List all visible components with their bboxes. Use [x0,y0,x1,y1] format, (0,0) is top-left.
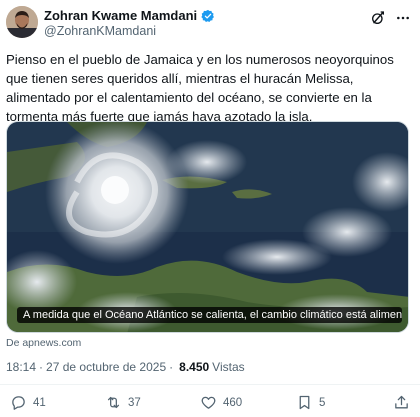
tweet-date[interactable]: 27 de octubre de 2025 [46,360,166,374]
action-bar: 41 37 460 5 [0,392,420,414]
views-count: 8.450 [179,360,210,374]
share-icon [395,395,408,409]
repost-icon [107,396,120,409]
grok-icon[interactable] [370,10,386,26]
handle[interactable]: @ZohranKMamdani [44,24,156,38]
tweet-meta: 18:14 · 27 de octubre de 2025 · 8.450 Vi… [6,360,245,374]
name-row: Zohran Kwame Mamdani [44,8,215,23]
link-source[interactable]: De apnews.com [6,337,81,349]
media-card[interactable]: A medida que el Océano Atlántico se cali… [6,121,409,333]
reply-icon [12,396,25,410]
media-caption: A medida que el Océano Atlántico se cali… [17,307,402,323]
reply-button[interactable]: 41 [10,394,46,411]
like-count: 460 [223,396,243,409]
meta-separator: · [39,360,44,374]
bookmark-icon [299,395,310,410]
divider [0,384,420,385]
more-icon[interactable] [394,10,412,26]
tweet-header: Zohran Kwame Mamdani @ZohranKMamdani [6,4,414,40]
meta-separator: · [169,360,174,374]
tweet-text: Pienso en el pueblo de Jamaica y en los … [6,52,394,124]
repost-count: 37 [128,396,141,409]
satellite-image [7,122,408,332]
bookmark-button[interactable]: 5 [296,394,325,411]
share-button[interactable] [393,394,416,411]
like-button[interactable]: 460 [200,394,242,411]
heart-icon [201,396,216,409]
display-name[interactable]: Zohran Kwame Mamdani [44,8,197,23]
reply-count: 41 [33,396,46,409]
repost-button[interactable]: 37 [105,394,141,411]
bookmark-count: 5 [319,396,326,409]
avatar[interactable] [6,6,38,38]
views-label: Vistas [212,360,245,374]
tweet-time[interactable]: 18:14 [6,360,36,374]
verified-badge-icon [201,9,215,22]
